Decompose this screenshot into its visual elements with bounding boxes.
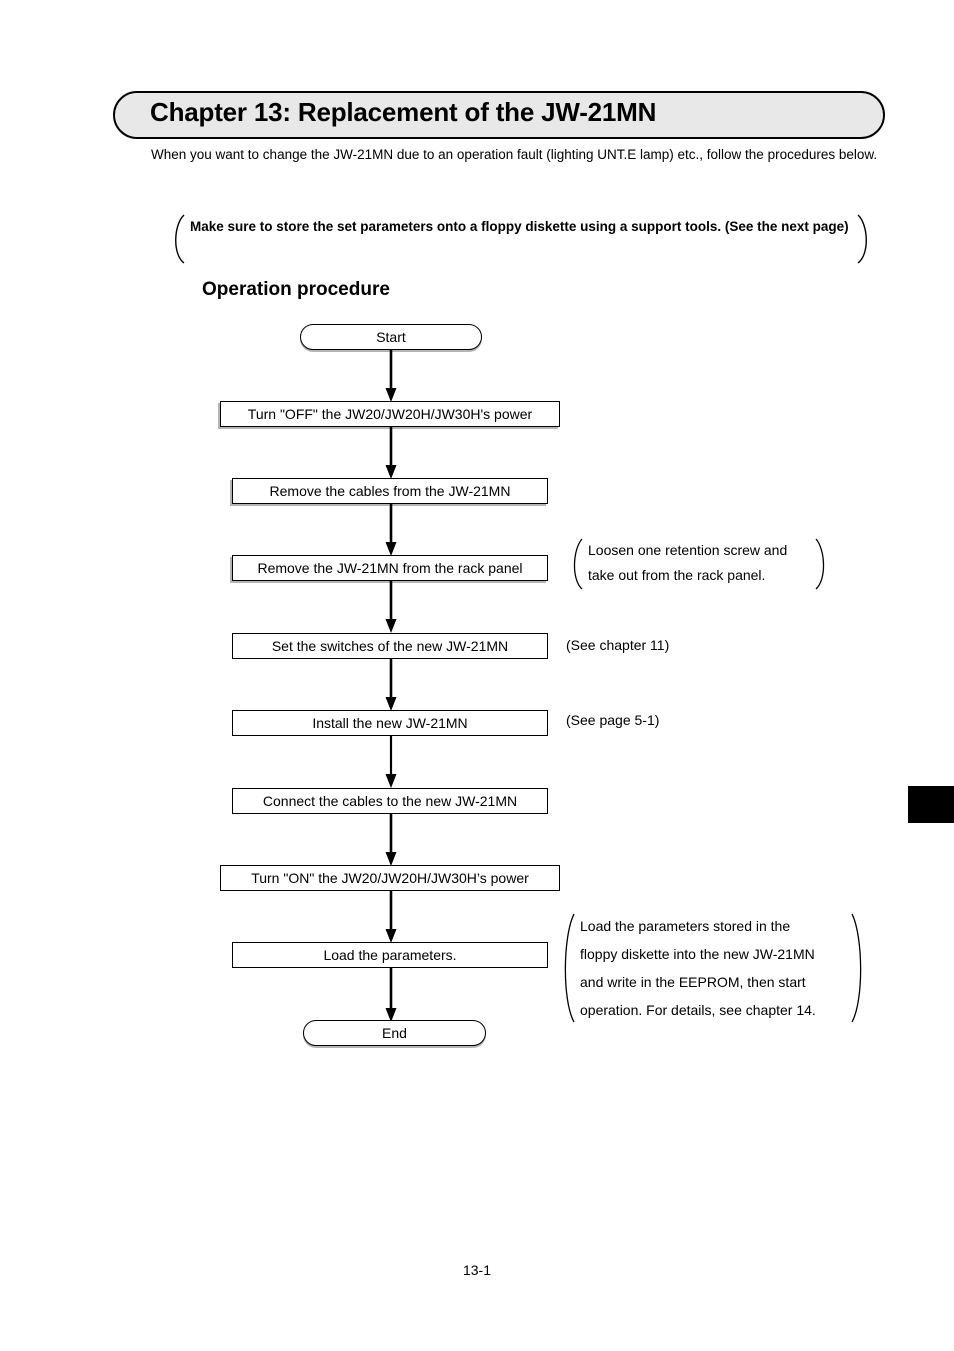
flow-arrow-7 [384,814,398,866]
left-paren-icon [168,214,186,264]
load-note-line2: floppy diskette into the new JW-21MN [580,946,815,962]
flow-arrow-9 [384,968,398,1022]
flow-arrow-1 [384,350,398,402]
load-note-line1: Load the parameters stored in the [580,918,791,934]
flow-node-end-label: End [382,1025,407,1041]
left-paren-icon [558,912,576,1024]
load-parameters-note: Load the parameters stored in the floppy… [558,912,868,1024]
flow-node-install-unit-label: Install the new JW-21MN [312,715,468,731]
right-paren-icon [850,912,868,1024]
flow-node-power-off-label: Turn "OFF" the JW20/JW20H/JW30H's power [247,406,533,422]
flow-node-remove-unit-label: Remove the JW-21MN from the rack panel [257,560,523,576]
page-title: Chapter 13: Replacement of the JW-21MN [150,97,657,127]
document-page: Chapter 13: Replacement of the JW-21MN W… [0,0,954,1351]
load-note-line4: operation. For details, see chapter 14. [580,1002,816,1018]
section-heading: Operation procedure [202,279,390,300]
load-parameters-note-text: Load the parameters stored in the floppy… [580,912,846,1024]
intro-paragraph: When you want to change the JW-21MN due … [151,147,878,162]
flow-node-load-parameters: Load the parameters. [232,942,548,968]
store-parameters-note-text: Make sure to store the set parameters on… [190,219,849,234]
flow-node-set-switches: Set the switches of the new JW-21MN [232,633,548,659]
store-parameters-note: Make sure to store the set parameters on… [168,214,874,264]
flow-node-power-off: Turn "OFF" the JW20/JW20H/JW30H's power [220,401,560,427]
flow-node-remove-cables: Remove the cables from the JW-21MN [232,478,548,504]
page-number: 13-1 [462,1262,492,1278]
flow-arrow-8 [384,891,398,943]
flow-node-connect-cables: Connect the cables to the new JW-21MN [232,788,548,814]
chapter-thumb-tab [908,786,954,823]
flow-node-connect-cables-label: Connect the cables to the new JW-21MN [262,793,518,809]
flow-node-start: Start [300,324,482,350]
flow-node-remove-cables-label: Remove the cables from the JW-21MN [269,483,511,499]
flow-node-remove-unit: Remove the JW-21MN from the rack panel [232,555,548,581]
remove-unit-note-line1: Loosen one retention screw and [588,542,788,558]
flow-arrow-5 [384,659,398,711]
flow-node-power-on: Turn "ON" the JW20/JW20H/JW30H’s power [220,865,560,891]
left-paren-icon [566,538,584,590]
remove-unit-note-line2: take out from the rack panel. [588,567,766,583]
install-unit-reference: (See page 5-1) [566,712,660,728]
flow-arrow-4 [384,581,398,633]
remove-unit-note: Loosen one retention screw and take out … [566,538,832,590]
flow-arrow-3 [384,504,398,556]
right-paren-icon [814,538,832,590]
flow-node-load-parameters-label: Load the parameters. [323,947,457,963]
right-paren-icon [856,214,874,264]
flow-node-end: End [303,1020,486,1046]
flow-node-start-label: Start [376,329,406,345]
flow-node-power-on-label: Turn "ON" the JW20/JW20H/JW30H’s power [251,870,529,886]
flow-arrow-2 [384,427,398,479]
load-note-line3: and write in the EEPROM, then start [580,974,806,990]
flow-node-install-unit: Install the new JW-21MN [232,710,548,736]
set-switches-reference: (See chapter 11) [566,637,670,653]
flow-arrow-6 [384,736,398,788]
flow-node-set-switches-label: Set the switches of the new JW-21MN [271,638,509,654]
remove-unit-note-text: Loosen one retention screw and take out … [588,538,810,588]
